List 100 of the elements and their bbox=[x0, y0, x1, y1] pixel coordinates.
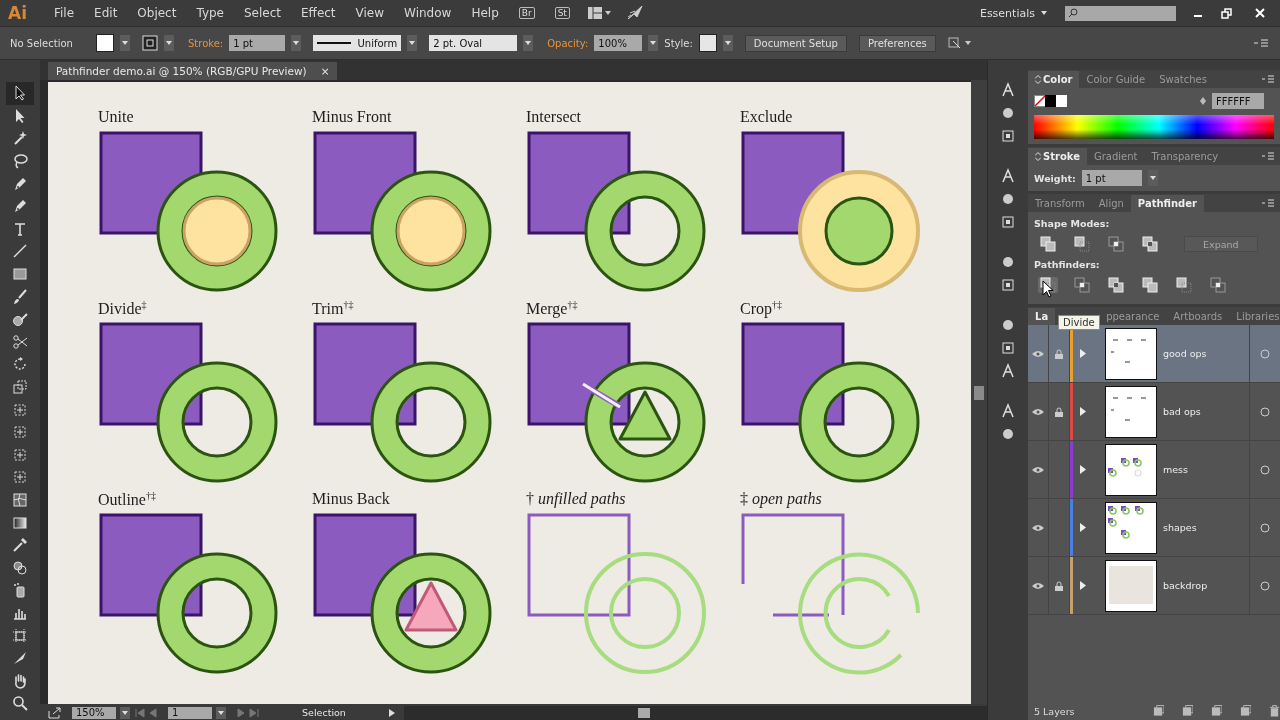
panel-menu-icon[interactable] bbox=[1262, 75, 1274, 83]
tool-icon[interactable] bbox=[12, 469, 28, 486]
shape-mode-icon[interactable] bbox=[1072, 236, 1092, 252]
target-icon[interactable] bbox=[1260, 348, 1270, 359]
shape-mode-icon[interactable] bbox=[1038, 236, 1058, 252]
panel-tab[interactable]: Swatches bbox=[1152, 71, 1214, 88]
layer-name[interactable]: backdrop bbox=[1163, 580, 1249, 591]
weight-dropdown[interactable] bbox=[1147, 170, 1158, 186]
shape-mode-icon[interactable] bbox=[1140, 236, 1160, 252]
panel-tab[interactable]: ppearance bbox=[1099, 308, 1167, 325]
arrange-icon[interactable] bbox=[947, 36, 972, 50]
panel-tab[interactable]: Stroke bbox=[1028, 148, 1087, 165]
pathfinder-icon[interactable] bbox=[1072, 277, 1092, 293]
menu-item[interactable]: Edit bbox=[84, 6, 128, 20]
workspace-switcher[interactable]: Essentials bbox=[979, 6, 1047, 20]
pathfinder-icon[interactable] bbox=[1140, 277, 1160, 293]
scissors-icon[interactable] bbox=[12, 333, 28, 350]
menu-item[interactable]: View bbox=[345, 6, 395, 20]
menu-item[interactable]: Type bbox=[186, 6, 234, 20]
lock-icon[interactable] bbox=[1055, 580, 1063, 591]
panel-tab[interactable]: La bbox=[1028, 308, 1056, 325]
toolbar-button[interactable]: Document Setup bbox=[744, 34, 847, 52]
layer-row[interactable]: good ops bbox=[1028, 325, 1280, 383]
pathfinder-icon[interactable] bbox=[1208, 277, 1228, 293]
eyedropper-icon[interactable] bbox=[12, 537, 28, 554]
panel-tab[interactable]: Artboards bbox=[1166, 308, 1230, 325]
style-swatch[interactable] bbox=[698, 34, 717, 52]
share-icon[interactable] bbox=[47, 706, 62, 719]
horizontal-scrollbar[interactable] bbox=[403, 705, 988, 720]
pen-icon[interactable] bbox=[12, 175, 28, 192]
zoom-dropdown[interactable] bbox=[119, 706, 130, 719]
eye-icon[interactable] bbox=[1032, 349, 1044, 358]
expand-arrow-icon[interactable] bbox=[1080, 349, 1086, 358]
panel-icon[interactable] bbox=[1000, 340, 1017, 356]
pathfinder-icon[interactable] bbox=[1106, 277, 1126, 293]
fill-swatch[interactable] bbox=[96, 34, 114, 52]
panel-tab[interactable]: Transparency bbox=[1144, 148, 1226, 165]
brush-icon[interactable] bbox=[12, 288, 28, 305]
expand-arrow-icon[interactable] bbox=[1080, 465, 1086, 474]
fill-dropdown[interactable] bbox=[120, 35, 130, 51]
arrow-icon[interactable] bbox=[12, 85, 28, 102]
artboard-field[interactable]: 1 bbox=[167, 706, 212, 719]
pen-icon[interactable] bbox=[12, 198, 28, 215]
close-icon[interactable] bbox=[1255, 8, 1265, 18]
layer-name[interactable]: good ops bbox=[1163, 348, 1249, 359]
panel-tab[interactable]: Gradient bbox=[1086, 148, 1145, 165]
brush-dropdown[interactable]: 2 pt. Oval bbox=[429, 35, 518, 51]
style-dropdown[interactable] bbox=[722, 35, 733, 51]
stroke-dropdown[interactable] bbox=[164, 35, 174, 51]
opacity-field[interactable]: 100% bbox=[594, 35, 643, 51]
menu-item[interactable]: Select bbox=[234, 6, 292, 20]
pathfinder-icon[interactable] bbox=[1174, 277, 1194, 293]
eye-icon[interactable] bbox=[1032, 465, 1044, 474]
mesh-icon[interactable] bbox=[12, 492, 28, 508]
menu-item[interactable]: Window bbox=[394, 6, 462, 20]
layer-action-icon[interactable] bbox=[1211, 705, 1222, 717]
weight-dropdown[interactable] bbox=[291, 35, 302, 51]
menu-item[interactable]: Help bbox=[461, 6, 509, 20]
layout-icon[interactable] bbox=[587, 6, 612, 20]
stock-button[interactable]: St bbox=[554, 7, 570, 19]
expand-arrow-icon[interactable] bbox=[1080, 407, 1086, 416]
target-icon[interactable] bbox=[1260, 522, 1270, 533]
panel-tab[interactable]: Transform bbox=[1028, 195, 1092, 212]
weight-field[interactable]: 1 pt bbox=[1081, 170, 1142, 186]
panel-icon[interactable] bbox=[1000, 168, 1017, 184]
collapse-icon[interactable] bbox=[1035, 75, 1041, 84]
blob-brush-icon[interactable] bbox=[12, 311, 28, 328]
type-icon[interactable] bbox=[12, 220, 28, 237]
document-tab[interactable]: Pathfinder demo.ai @ 150% (RGB/GPU Preview) × bbox=[47, 62, 338, 80]
stroke-label[interactable]: Stroke: bbox=[188, 37, 224, 49]
panel-icon[interactable] bbox=[1000, 82, 1017, 98]
panel-menu-icon[interactable] bbox=[1254, 38, 1268, 48]
rocket-icon[interactable] bbox=[625, 5, 644, 21]
expand-arrow-icon[interactable] bbox=[1080, 523, 1086, 532]
tool-icon[interactable] bbox=[12, 424, 28, 441]
restore-icon[interactable] bbox=[1220, 7, 1232, 19]
vertical-scrollbar[interactable] bbox=[971, 80, 988, 704]
panel-tab[interactable]: Libraries bbox=[1229, 308, 1280, 325]
zoom-field[interactable]: 150% bbox=[71, 706, 116, 719]
menu-item[interactable]: File bbox=[44, 6, 85, 20]
lasso-icon[interactable] bbox=[12, 153, 28, 170]
panel-menu-icon[interactable] bbox=[1262, 152, 1274, 160]
layer-name[interactable]: shapes bbox=[1163, 522, 1249, 533]
current-tool-status[interactable]: Selection bbox=[263, 707, 384, 718]
panel-icon[interactable] bbox=[1000, 214, 1017, 230]
menu-item[interactable]: Object bbox=[127, 6, 187, 20]
tool-icon[interactable] bbox=[12, 401, 28, 418]
lock-icon[interactable] bbox=[1055, 406, 1063, 417]
bridge-button[interactable]: Br bbox=[518, 7, 535, 19]
opacity-label[interactable]: Opacity: bbox=[547, 37, 589, 49]
hand-icon[interactable] bbox=[12, 672, 28, 689]
layer-row[interactable]: shapes bbox=[1028, 499, 1280, 557]
expand-arrow-icon[interactable] bbox=[1080, 581, 1086, 590]
brush-caret[interactable] bbox=[523, 35, 534, 51]
color-spectrum[interactable] bbox=[1034, 115, 1274, 139]
eye-icon[interactable] bbox=[1032, 581, 1044, 590]
panel-icon[interactable] bbox=[1000, 277, 1017, 293]
target-icon[interactable] bbox=[1260, 406, 1270, 417]
eye-icon[interactable] bbox=[1032, 407, 1044, 416]
artboard-dropdown[interactable] bbox=[215, 706, 226, 719]
